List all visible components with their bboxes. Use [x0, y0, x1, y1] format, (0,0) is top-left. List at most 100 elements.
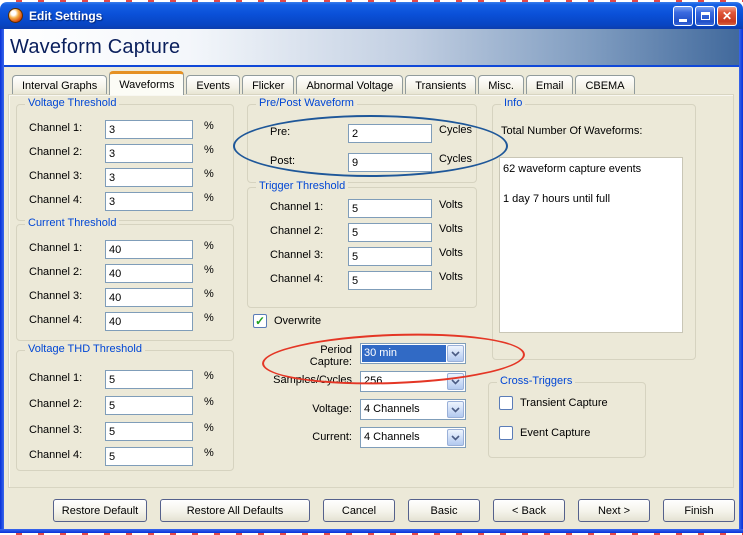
total-waveforms-label: Total Number Of Waveforms:	[501, 125, 643, 137]
group-voltage-thd-threshold: Voltage THD Threshold Channel 1:% Channe…	[16, 343, 234, 471]
back-button[interactable]: < Back	[493, 499, 565, 522]
chevron-down-icon[interactable]	[447, 373, 464, 390]
volts-unit: Volts	[439, 247, 463, 259]
tab-transients[interactable]: Transients	[405, 75, 477, 95]
trigger-channel-2-input[interactable]	[348, 223, 432, 242]
finish-button[interactable]: Finish	[663, 499, 735, 522]
voltage-threshold-channel-2-input[interactable]	[105, 144, 193, 163]
voltage-thd-channel-4-input[interactable]	[105, 447, 193, 466]
tab-cbema[interactable]: CBEMA	[575, 75, 635, 95]
group-title: Trigger Threshold	[256, 180, 349, 192]
cycles-unit: Cycles	[439, 153, 473, 165]
samples-cycles-dropdown[interactable]: 256	[360, 371, 466, 392]
post-cycles-input[interactable]	[348, 153, 432, 172]
channel-1-label: Channel 1:	[29, 242, 83, 254]
maximize-button[interactable]	[695, 6, 715, 26]
window-frame-right	[739, 29, 743, 529]
trigger-channel-3-input[interactable]	[348, 247, 432, 266]
channel-2-label: Channel 2:	[29, 146, 83, 158]
voltage-thd-channel-3-input[interactable]	[105, 422, 193, 441]
overwrite-checkbox-row[interactable]: Overwrite	[253, 314, 321, 328]
page-title: Waveform Capture	[10, 35, 181, 58]
group-title: Pre/Post Waveform	[256, 97, 357, 109]
current-threshold-channel-4-input[interactable]	[105, 312, 193, 331]
voltage-thd-channel-2-input[interactable]	[105, 396, 193, 415]
volts-unit: Volts	[439, 271, 463, 283]
titlebar[interactable]: Edit Settings ✕	[0, 2, 743, 29]
dialog-body: Interval Graphs Waveforms Events Flicker…	[4, 67, 739, 529]
current-threshold-channel-1-input[interactable]	[105, 240, 193, 259]
percent-unit: %	[204, 447, 214, 459]
group-cross-triggers: Cross-Triggers Transient Capture Event C…	[488, 375, 646, 458]
tab-email[interactable]: Email	[525, 75, 574, 95]
channel-4-label: Channel 4:	[29, 314, 83, 326]
chevron-down-icon[interactable]	[447, 345, 464, 362]
close-icon: ✕	[721, 9, 733, 23]
window-title: Edit Settings	[29, 8, 103, 23]
tab-flicker[interactable]: Flicker	[242, 75, 295, 95]
group-trigger-threshold: Trigger Threshold Channel 1: Volts Channe…	[247, 180, 477, 308]
minimize-button[interactable]	[673, 6, 693, 26]
chevron-down-icon[interactable]	[447, 429, 464, 446]
transient-capture-checkbox-row[interactable]: Transient Capture	[499, 396, 608, 410]
restore-all-defaults-button[interactable]: Restore All Defaults	[160, 499, 310, 522]
channel-3-label: Channel 3:	[270, 249, 324, 261]
waveform-info-box: 62 waveform capture events 1 day 7 hours…	[499, 157, 683, 333]
restore-default-button[interactable]: Restore Default	[53, 499, 147, 522]
post-label: Post:	[270, 155, 296, 167]
trigger-channel-1-input[interactable]	[348, 199, 432, 218]
voltage-channels-dropdown[interactable]: 4 Channels	[360, 399, 466, 420]
channel-2-label: Channel 2:	[270, 225, 324, 237]
current-threshold-channel-2-input[interactable]	[105, 264, 193, 283]
overwrite-label: Overwrite	[274, 315, 322, 327]
basic-button[interactable]: Basic	[408, 499, 480, 522]
channel-3-label: Channel 3:	[29, 170, 83, 182]
chevron-down-icon[interactable]	[447, 401, 464, 418]
transient-capture-label: Transient Capture	[520, 397, 608, 409]
tab-events[interactable]: Events	[186, 75, 241, 95]
percent-unit: %	[204, 120, 214, 132]
group-title: Cross-Triggers	[497, 375, 576, 387]
percent-unit: %	[204, 192, 214, 204]
voltage-threshold-channel-1-input[interactable]	[105, 120, 193, 139]
group-title: Current Threshold	[25, 217, 120, 229]
window-frame-bottom	[0, 529, 743, 533]
pre-cycles-input[interactable]	[348, 124, 432, 143]
percent-unit: %	[204, 240, 214, 252]
current-label: Current:	[312, 431, 352, 443]
minimize-icon	[679, 19, 687, 22]
tab-abnormal-voltage[interactable]: Abnormal Voltage	[296, 75, 404, 95]
current-channels-dropdown[interactable]: 4 Channels	[360, 427, 466, 448]
close-button[interactable]: ✕	[717, 6, 737, 26]
voltage-threshold-channel-4-input[interactable]	[105, 192, 193, 211]
volts-unit: Volts	[439, 199, 463, 211]
pre-label: Pre:	[270, 126, 291, 138]
transient-capture-checkbox[interactable]	[499, 396, 513, 410]
tab-strip: Interval Graphs Waveforms Events Flicker…	[12, 71, 637, 95]
event-capture-label: Event Capture	[520, 427, 591, 439]
period-capture-dropdown[interactable]: 30 min	[360, 343, 466, 364]
percent-unit: %	[204, 144, 214, 156]
next-button[interactable]: Next >	[578, 499, 650, 522]
edit-settings-window: Edit Settings ✕ Waveform Capture Interva…	[0, 0, 743, 535]
group-title: Voltage THD Threshold	[25, 343, 145, 355]
group-current-threshold: Current Threshold Channel 1:% Channel 2:…	[16, 217, 234, 341]
tab-misc[interactable]: Misc.	[478, 75, 524, 95]
voltage-label: Voltage:	[312, 403, 352, 415]
percent-unit: %	[204, 264, 214, 276]
voltage-thd-channel-1-input[interactable]	[105, 370, 193, 389]
group-voltage-threshold: Voltage Threshold Channel 1:% Channel 2:…	[16, 97, 234, 221]
channel-2-label: Channel 2:	[29, 398, 83, 410]
percent-unit: %	[204, 370, 214, 382]
cancel-button[interactable]: Cancel	[323, 499, 395, 522]
group-title: Info	[501, 97, 526, 109]
event-capture-checkbox-row[interactable]: Event Capture	[499, 426, 590, 440]
voltage-threshold-channel-3-input[interactable]	[105, 168, 193, 187]
channel-2-label: Channel 2:	[29, 266, 83, 278]
tab-interval-graphs[interactable]: Interval Graphs	[12, 75, 108, 95]
trigger-channel-4-input[interactable]	[348, 271, 432, 290]
current-threshold-channel-3-input[interactable]	[105, 288, 193, 307]
event-capture-checkbox[interactable]	[499, 426, 513, 440]
overwrite-checkbox[interactable]	[253, 314, 267, 328]
tab-waveforms[interactable]: Waveforms	[109, 71, 185, 95]
